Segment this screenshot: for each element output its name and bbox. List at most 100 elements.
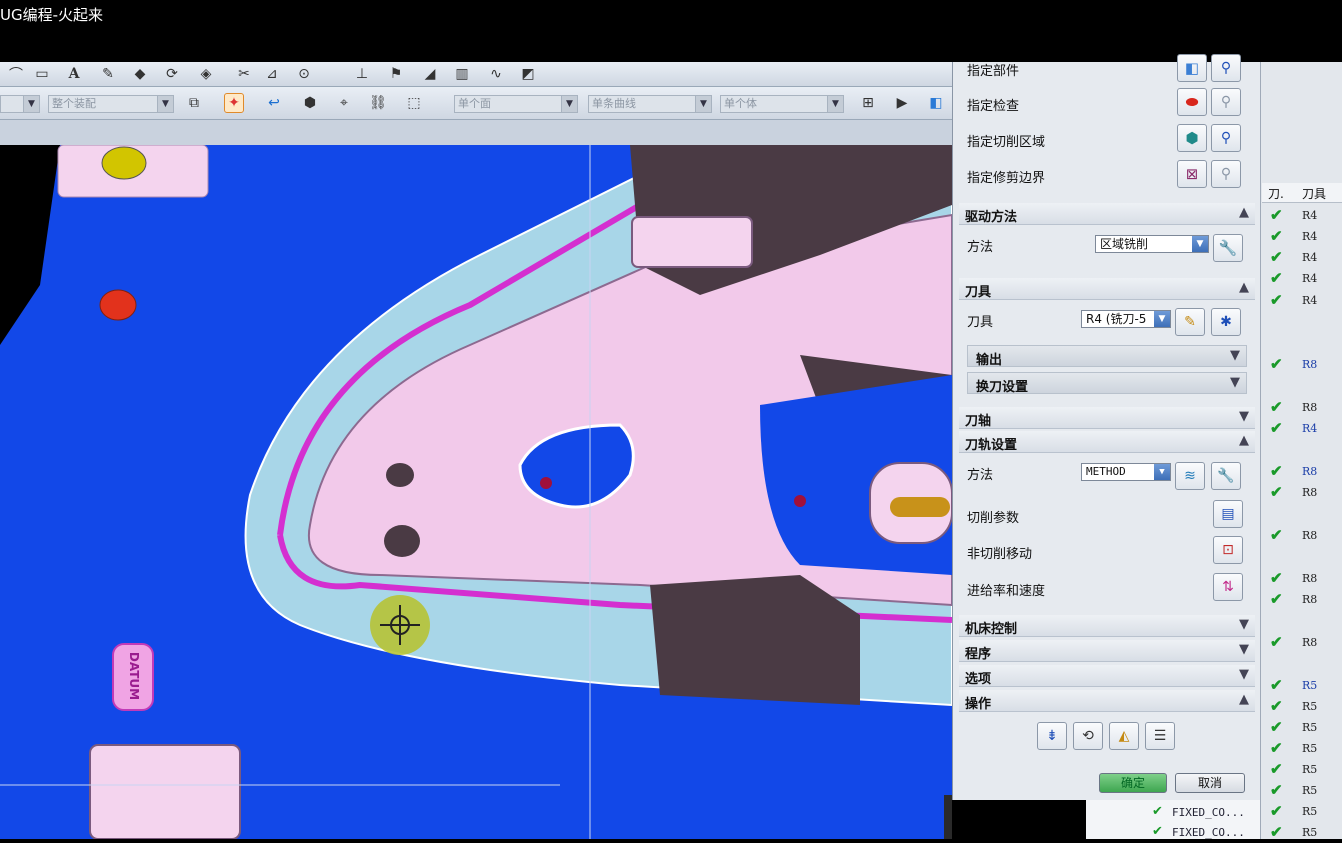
body-filter-select[interactable]: 单个体 ▼: [720, 95, 844, 113]
verify-button[interactable]: ◭: [1109, 722, 1139, 750]
check-select-button[interactable]: ⬬: [1177, 88, 1207, 116]
navigator-row[interactable]: ✔ R5: [1266, 823, 1342, 843]
navigator-row[interactable]: ✔ R4: [1266, 291, 1342, 311]
path-method-select[interactable]: METHOD ▼: [1081, 463, 1171, 481]
cancel-button[interactable]: 取消: [1175, 773, 1245, 793]
drive-method-select[interactable]: 区域铣削 ▼: [1095, 235, 1209, 253]
rectangle-icon[interactable]: ▭: [32, 64, 52, 84]
navigator-row[interactable]: ✔ R8: [1266, 483, 1342, 503]
face-filter-select[interactable]: 单个面 ▼: [454, 95, 578, 113]
cut-params-button[interactable]: ▤: [1213, 500, 1243, 528]
navigator-row[interactable]: ✔ R8: [1266, 526, 1342, 546]
point-icon[interactable]: ⌖: [334, 93, 354, 113]
navigator-row[interactable]: ✔ R5: [1266, 781, 1342, 801]
navigator-row[interactable]: ✔ R4: [1266, 419, 1342, 439]
section-program[interactable]: 程序 ▼: [959, 640, 1255, 662]
navigator-row[interactable]: ✔ R5: [1266, 739, 1342, 759]
list-button[interactable]: ☰: [1145, 722, 1175, 750]
path-method-edit-button[interactable]: 🔧: [1211, 462, 1241, 490]
trim-boundary-display-button[interactable]: ⚲: [1211, 160, 1241, 188]
navigator-row[interactable]: ✔ R8: [1266, 462, 1342, 482]
tool-name: R5: [1302, 826, 1318, 839]
subsection-tool-change[interactable]: 换刀设置 ▼: [967, 372, 1247, 395]
datum-icon[interactable]: ⊥: [352, 64, 372, 84]
check-icon: ✔: [1270, 760, 1283, 778]
trim-boundary-select-button[interactable]: ⊠: [1177, 160, 1207, 188]
navigator-row[interactable]: ✔ R8: [1266, 590, 1342, 610]
books-icon[interactable]: ▥: [452, 64, 472, 84]
select-all-icon[interactable]: ⧉: [184, 93, 204, 113]
feeds-speeds-button[interactable]: ⇅: [1213, 573, 1243, 601]
tool-name: R4: [1302, 230, 1318, 243]
curve-filter-select[interactable]: 单条曲线 ▼: [588, 95, 712, 113]
navigator-row[interactable]: ✔ R4: [1266, 269, 1342, 289]
navigator-row[interactable]: ✔ R8: [1266, 398, 1342, 418]
extrude-icon[interactable]: ◆: [130, 64, 150, 84]
navigator-row[interactable]: ✔ R4: [1266, 248, 1342, 268]
graphics-viewport[interactable]: DATUM: [0, 145, 952, 839]
non-cut-moves-button[interactable]: ⊡: [1213, 536, 1243, 564]
navigator-row[interactable]: ✔ R5: [1266, 697, 1342, 717]
chevron-down-icon: ▼: [1154, 311, 1170, 327]
navigator-row[interactable]: ✔ R5: [1266, 760, 1342, 780]
block-icon[interactable]: ◈: [196, 64, 216, 84]
sketch-icon[interactable]: ✎: [98, 64, 118, 84]
section-path-settings[interactable]: 刀轨设置 ▲: [959, 431, 1255, 453]
navigator-row[interactable]: ✔ R8: [1266, 355, 1342, 375]
type-filter-select[interactable]: ▼: [0, 95, 40, 113]
path-method-new-button[interactable]: ≋: [1175, 462, 1205, 490]
cut-area-display-button[interactable]: ⚲: [1211, 124, 1241, 152]
section-tool[interactable]: 刀具 ▲: [959, 278, 1255, 300]
section-options[interactable]: 选项 ▼: [959, 665, 1255, 687]
curve-icon[interactable]: ∿: [486, 64, 506, 84]
tree-icon[interactable]: ⊞: [858, 93, 878, 113]
snap-point-icon[interactable]: ✦: [224, 93, 244, 113]
navigator-row[interactable]: ✔ R8: [1266, 633, 1342, 653]
list-icon: ☰: [1153, 728, 1167, 744]
measure-icon[interactable]: ⊿: [262, 64, 282, 84]
cut-area-select-button[interactable]: ⬢: [1177, 124, 1207, 152]
trim-icon[interactable]: ✂: [234, 64, 254, 84]
tool-new-button[interactable]: ✱: [1211, 308, 1241, 336]
generate-button[interactable]: ⇟: [1037, 722, 1067, 750]
navigator-row[interactable]: ✔ R4: [1266, 227, 1342, 247]
drive-method-edit-button[interactable]: 🔧: [1213, 234, 1243, 262]
navigator-row[interactable]: ✔ R8: [1266, 569, 1342, 589]
cube-icon[interactable]: ◧: [926, 93, 946, 113]
shape-icon[interactable]: ◢: [420, 64, 440, 84]
cut-area-label: 指定切削区域: [967, 135, 1046, 150]
revolve-icon[interactable]: ⟳: [162, 64, 182, 84]
section-actions[interactable]: 操作 ▲: [959, 690, 1255, 712]
hole-icon[interactable]: ⊙: [294, 64, 314, 84]
tool-edit-button[interactable]: ✎: [1175, 308, 1205, 336]
subsection-output[interactable]: 输出 ▼: [967, 345, 1247, 368]
box-select-icon[interactable]: ⬚: [404, 93, 424, 113]
layer-icon[interactable]: ◩: [518, 64, 538, 84]
replay-button[interactable]: ⟲: [1073, 722, 1103, 750]
chevron-down-icon: ▼: [1239, 617, 1249, 632]
section-machine-control[interactable]: 机床控制 ▼: [959, 615, 1255, 637]
quick-pick-icon[interactable]: ⛓: [368, 93, 388, 113]
forward-icon[interactable]: ▶: [892, 93, 912, 113]
check-display-button[interactable]: ⚲: [1211, 88, 1241, 116]
navigator-row[interactable]: ✔ R5: [1266, 718, 1342, 738]
undo-icon[interactable]: ↩: [264, 93, 284, 113]
operation-row[interactable]: FIXED_CO...: [1172, 806, 1245, 819]
text-icon[interactable]: A: [64, 64, 84, 84]
section-drive-method[interactable]: 驱动方法 ▲: [959, 203, 1255, 225]
part-select-button[interactable]: ◧: [1177, 54, 1207, 82]
assembly-filter-select[interactable]: 整个装配 ▼: [48, 95, 174, 113]
section-tool-axis[interactable]: 刀轴 ▼: [959, 407, 1255, 429]
navigator-row[interactable]: ✔ R5: [1266, 676, 1342, 696]
tool-select[interactable]: R4 (铣刀-5 ▼: [1081, 310, 1171, 328]
arc-icon[interactable]: ⌒: [6, 64, 26, 84]
navigator-row[interactable]: ✔ R4: [1266, 206, 1342, 226]
solid-icon[interactable]: ⬢: [300, 93, 320, 113]
part-display-button[interactable]: ⚲: [1211, 54, 1241, 82]
check-icon: ✔: [1270, 462, 1283, 480]
flag-icon[interactable]: ⚑: [386, 64, 406, 84]
tool-name: R5: [1302, 679, 1318, 692]
operation-row[interactable]: FIXED_CO...: [1172, 826, 1245, 839]
ok-button[interactable]: 确定: [1099, 773, 1167, 793]
navigator-row[interactable]: ✔ R5: [1266, 802, 1342, 822]
